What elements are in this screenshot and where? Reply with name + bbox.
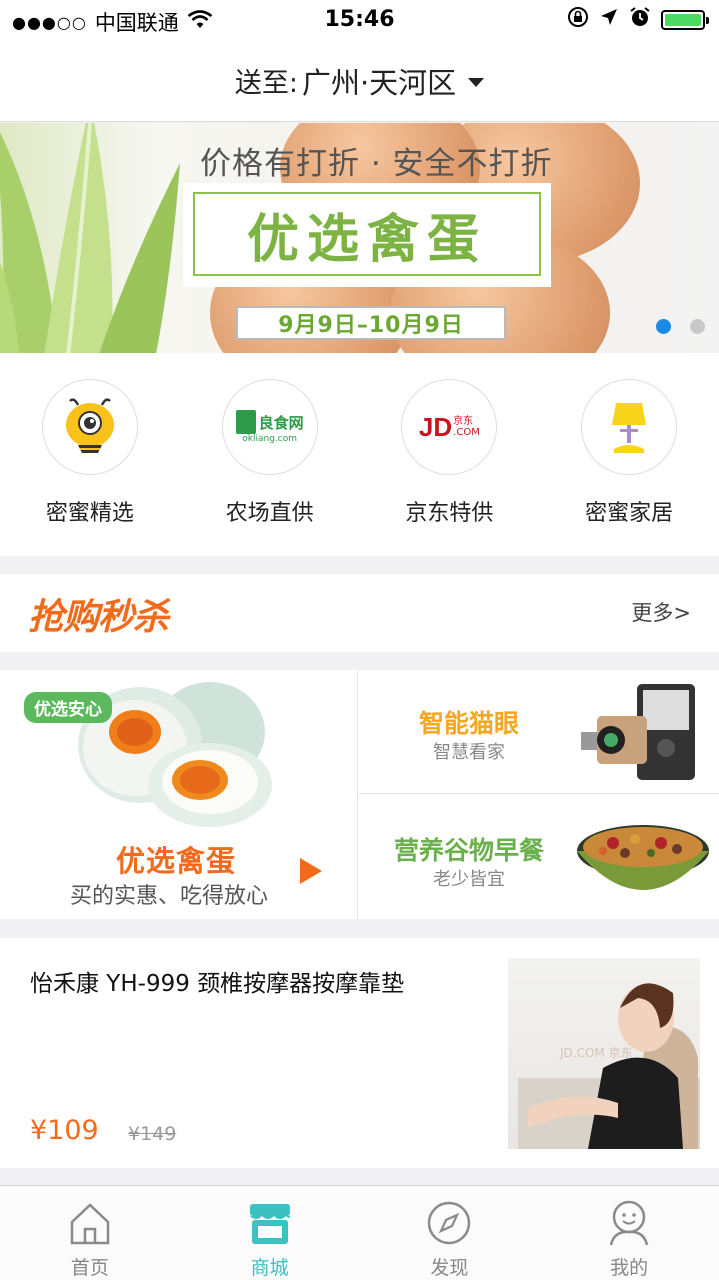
tab-label: 商城 xyxy=(250,1257,289,1279)
flash-sale-more-link[interactable]: 更多> xyxy=(631,597,691,627)
battery-icon xyxy=(661,9,709,30)
logo-cn: 京东 xyxy=(453,416,474,427)
carousel-dot-active[interactable] xyxy=(656,319,671,334)
bee-mascot-icon xyxy=(41,379,138,475)
bottom-tab-bar: 首页 商城 发现 我的 xyxy=(0,1185,719,1280)
category-farm-direct[interactable]: 良食网 okliang.com 农场直供 xyxy=(180,353,360,556)
product-image: JD.COM 京东 xyxy=(508,958,700,1149)
deliver-to-label: 送至: xyxy=(234,68,298,99)
logo-text: 良食网 xyxy=(258,413,304,432)
tab-store[interactable]: 商城 xyxy=(180,1186,360,1280)
promo-banner-carousel[interactable]: 价格有打折 · 安全不打折 优选禽蛋 9月9日–10月9日 xyxy=(0,123,719,353)
logo-subtext: .COM xyxy=(453,427,480,438)
promo-smart-peephole-card[interactable]: 智能猫眼 智慧看家 xyxy=(359,670,719,794)
promo-grid: 优选安心 优选禽蛋 买的实惠、吃得放心 智能猫眼 智慧看家 营养谷物早餐 老少皆… xyxy=(0,670,719,919)
cereal-bowl-image xyxy=(577,825,709,890)
promo-eggs-card[interactable]: 优选安心 优选禽蛋 买的实惠、吃得放心 xyxy=(0,670,358,919)
banner-date-range: 9月9日–10月9日 xyxy=(236,306,506,340)
tab-discover[interactable]: 发现 xyxy=(360,1186,540,1280)
product-original-price: ¥149 xyxy=(128,1123,177,1145)
category-jd-special[interactable]: JD 京东 .COM 京东特供 xyxy=(360,353,540,556)
category-label: 京东特供 xyxy=(405,501,494,526)
category-label: 农场直供 xyxy=(225,501,314,526)
status-bar: ●●●○○ 中国联通 15:46 xyxy=(0,0,719,40)
promo-eggs-title: 优选禽蛋 xyxy=(116,844,237,878)
banner-title-box: 优选禽蛋 xyxy=(183,183,551,287)
store-icon xyxy=(245,1198,295,1247)
battery-fill xyxy=(665,13,701,26)
promo-smart-peephole-subtitle: 智慧看家 xyxy=(433,742,505,763)
product-price: ¥109 xyxy=(30,1115,99,1146)
tab-label: 首页 xyxy=(70,1257,109,1279)
product-card[interactable]: 怡禾康 YH-999 颈椎按摩器按摩靠垫 ¥109 ¥149 JD.COM 京东 xyxy=(0,938,719,1168)
location-arrow-icon xyxy=(599,7,619,32)
delivery-location: 广州·天河区 xyxy=(301,65,457,100)
compass-icon xyxy=(424,1198,474,1247)
promo-eggs-subtitle: 买的实惠、吃得放心 xyxy=(70,884,269,909)
status-right xyxy=(567,6,709,33)
logo-subtext: okliang.com xyxy=(242,434,297,444)
banner-title: 优选禽蛋 xyxy=(193,192,541,276)
promo-badge: 优选安心 xyxy=(24,692,112,723)
tab-label: 发现 xyxy=(430,1257,469,1279)
liangshiwang-logo-icon: 良食网 okliang.com xyxy=(221,379,318,475)
category-row: 密蜜精选 良食网 okliang.com 农场直供 JD 京东 .COM 京东特… xyxy=(0,353,719,556)
promo-cereal-card[interactable]: 营养谷物早餐 老少皆宜 xyxy=(359,795,719,919)
tab-me[interactable]: 我的 xyxy=(539,1186,719,1280)
promo-cereal-subtitle: 老少皆宜 xyxy=(433,869,505,890)
category-mimi-home[interactable]: 密蜜家居 xyxy=(539,353,719,556)
product-name: 怡禾康 YH-999 颈椎按摩器按摩靠垫 xyxy=(30,971,405,997)
jd-logo-icon: JD 京东 .COM xyxy=(401,379,498,475)
promo-cereal-title: 营养谷物早餐 xyxy=(393,836,544,865)
lamp-icon xyxy=(581,379,678,475)
category-mimi-selection[interactable]: 密蜜精选 xyxy=(0,353,180,556)
vegetable-leaves-image xyxy=(0,123,180,353)
smart-peephole-image xyxy=(581,684,695,780)
delivery-location-selector[interactable]: 送至: 广州·天河区 xyxy=(0,40,719,122)
chevron-down-icon xyxy=(468,78,485,87)
product-image-watermark: JD.COM 京东 xyxy=(560,1046,633,1060)
play-arrow-icon xyxy=(300,858,322,884)
category-label: 密蜜家居 xyxy=(585,501,674,526)
flash-sale-title: 抢购秒杀 xyxy=(28,597,169,638)
logo-text: JD xyxy=(418,411,453,442)
flash-sale-header: 抢购秒杀 更多> xyxy=(0,574,719,652)
user-icon xyxy=(604,1198,654,1247)
carousel-indicator xyxy=(656,319,705,334)
category-label: 密蜜精选 xyxy=(45,501,134,526)
alarm-icon xyxy=(629,6,651,33)
home-icon xyxy=(65,1198,115,1247)
promo-smart-peephole-title: 智能猫眼 xyxy=(418,709,519,738)
rotation-lock-icon xyxy=(567,6,589,33)
tab-label: 我的 xyxy=(610,1257,649,1279)
banner-tagline: 价格有打折 · 安全不打折 xyxy=(200,146,553,182)
tab-home[interactable]: 首页 xyxy=(0,1186,180,1280)
carousel-dot[interactable] xyxy=(690,319,705,334)
